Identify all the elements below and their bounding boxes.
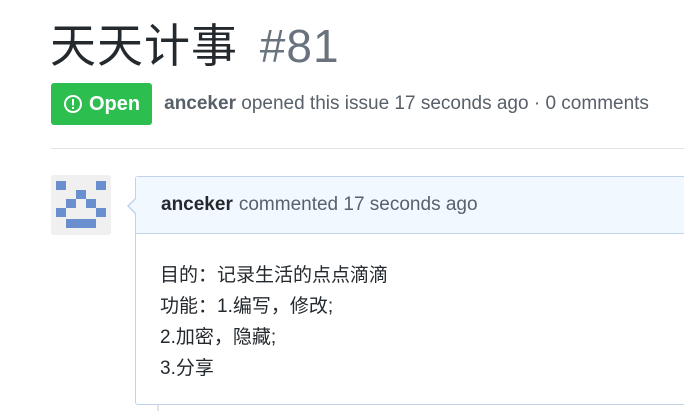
state-badge-open: Open <box>51 83 153 125</box>
comment-header: anceker commented 17 seconds ago <box>136 177 684 234</box>
comment-box: anceker commented 17 seconds ago 目的：记录生活… <box>127 176 684 405</box>
avatar[interactable] <box>51 175 111 235</box>
comment-timestamp[interactable]: commented 17 seconds ago <box>239 194 478 216</box>
issue-meta: Open anceker opened this issue 17 second… <box>51 83 649 125</box>
timeline-line <box>157 405 159 411</box>
comment-line: 2.加密，隐藏; <box>160 327 277 348</box>
identicon-icon <box>51 175 111 235</box>
comment-line: 功能：1.编写，修改; <box>160 296 334 317</box>
comment-line: 目的：记录生活的点点滴滴 <box>160 265 389 286</box>
issue-page: 天天计事 #81 Open anceker opened this issue … <box>0 0 684 411</box>
issue-author-link[interactable]: anceker <box>164 93 236 114</box>
issue-meta-text: anceker opened this issue 17 seconds ago… <box>164 93 649 115</box>
comment-author-link[interactable]: anceker <box>161 194 233 216</box>
header-divider <box>51 148 684 149</box>
issue-title: 天天计事 #81 <box>50 16 340 76</box>
issue-title-text: 天天计事 <box>50 20 238 72</box>
state-label: Open <box>89 92 141 115</box>
comment-line: 3.分享 <box>160 358 214 379</box>
issue-opened-text: opened this issue 17 seconds ago · 0 com… <box>241 93 649 114</box>
comment-body: 目的：记录生活的点点滴滴 功能：1.编写，修改; 2.加密，隐藏; 3.分享 <box>136 234 684 384</box>
issue-opened-icon <box>64 95 82 113</box>
comment-arrow-fill <box>129 198 137 214</box>
issue-number: #81 <box>259 20 340 72</box>
